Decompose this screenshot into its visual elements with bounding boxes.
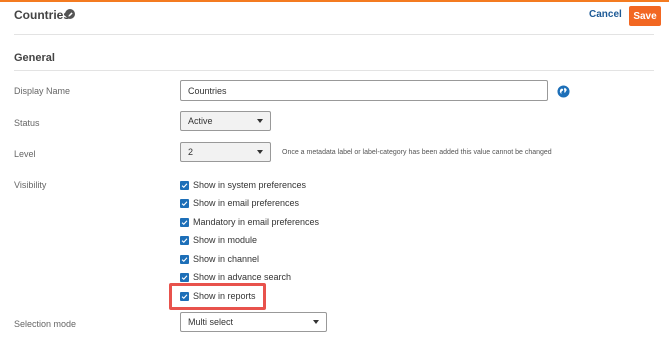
visibility-option[interactable]: Show in advance search [180, 270, 291, 284]
globe-icon[interactable] [557, 85, 570, 98]
checkbox-checked[interactable] [180, 198, 189, 208]
visibility-option[interactable]: Show in channel [180, 252, 259, 266]
status-select-value: Active [188, 116, 213, 126]
visibility-option[interactable]: Show in system preferences [180, 178, 306, 192]
visibility-option-label: Show in module [193, 235, 258, 245]
cancel-button[interactable]: Cancel [589, 9, 622, 20]
checkbox-checked[interactable] [180, 180, 189, 190]
visibility-option-label: Show in advance search [193, 272, 292, 282]
highlight-box [169, 283, 266, 310]
chevron-down-icon [313, 320, 319, 324]
section-title-general: General [14, 52, 55, 64]
selection-mode-select[interactable]: Multi select [180, 312, 327, 332]
selection-mode-select-value: Multi select [188, 317, 234, 327]
visibility-option[interactable]: Show in module [180, 233, 257, 247]
visibility-option-label: Show in email preferences [193, 198, 300, 208]
status-label: Status [14, 118, 40, 128]
visibility-option[interactable]: Show in email preferences [180, 196, 299, 210]
checkbox-checked[interactable] [180, 217, 189, 227]
display-name-label: Display Name [14, 86, 71, 96]
visibility-option-label: Show in channel [193, 254, 260, 264]
visibility-option[interactable]: Mandatory in email preferences [180, 215, 319, 229]
level-label: Level [14, 149, 36, 159]
status-select[interactable]: Active [180, 111, 271, 131]
level-select[interactable]: 2 [180, 142, 271, 162]
level-note: Once a metadata label or label-category … [282, 149, 552, 156]
visibility-option-label: Mandatory in email preferences [193, 217, 320, 227]
edit-pencil-icon[interactable] [65, 9, 75, 19]
header: Countries Cancel Save [0, 2, 669, 32]
page-title: Countries [14, 8, 71, 22]
chevron-down-icon [257, 150, 263, 154]
chevron-down-icon [257, 119, 263, 123]
display-name-input[interactable] [180, 80, 548, 101]
checkbox-checked[interactable] [180, 235, 189, 245]
visibility-option-label: Show in system preferences [193, 180, 307, 190]
level-select-value: 2 [188, 147, 194, 157]
save-button[interactable]: Save [629, 6, 661, 26]
header-divider [14, 34, 654, 35]
section-divider [14, 70, 654, 71]
visibility-label: Visibility [14, 180, 47, 190]
checkbox-checked[interactable] [180, 254, 189, 264]
selection-mode-label: Selection mode [14, 319, 77, 329]
checkbox-checked[interactable] [180, 272, 189, 282]
